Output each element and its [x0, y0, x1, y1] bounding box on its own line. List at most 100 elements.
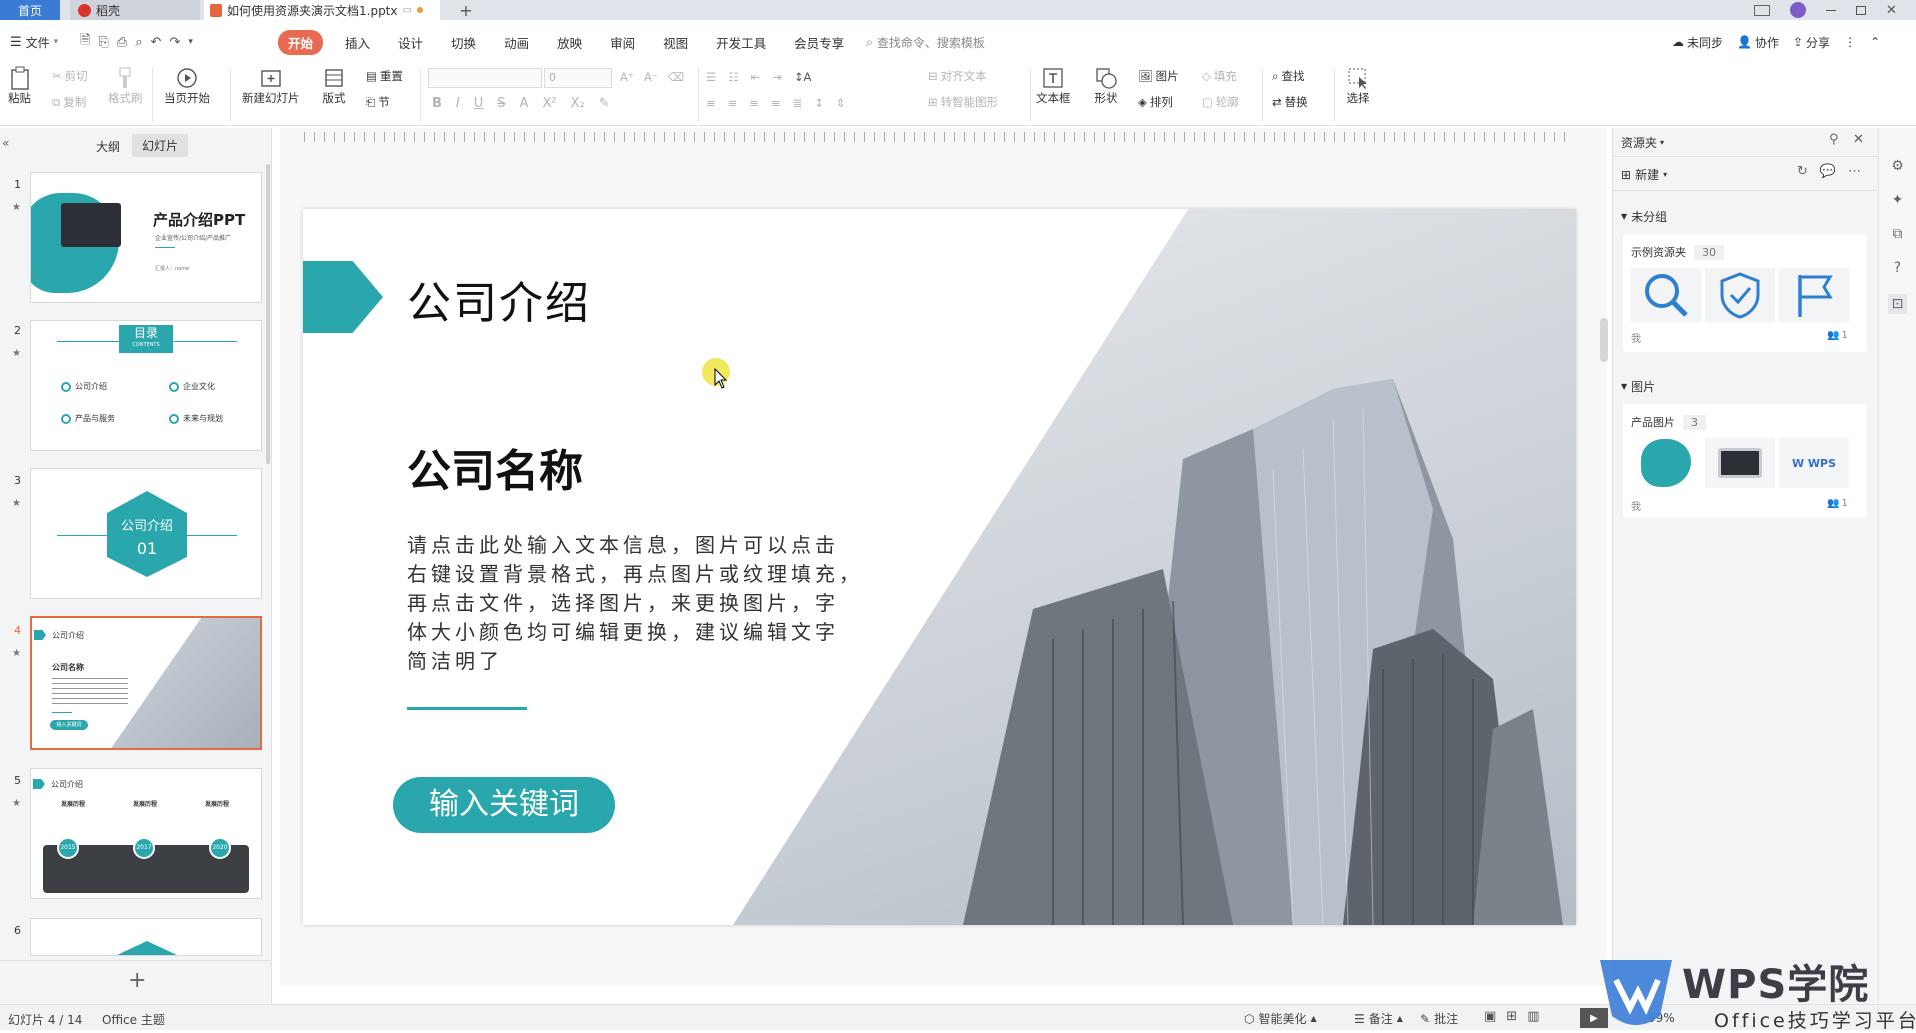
align-text-button[interactable]: ⊟ 对齐文本: [928, 68, 987, 84]
pin-icon[interactable]: ⚲: [1829, 132, 1839, 147]
paste-button[interactable]: 粘贴: [8, 66, 31, 106]
comments-button[interactable]: ✎ 批注: [1420, 1010, 1458, 1027]
teal-divider[interactable]: [407, 707, 527, 710]
menu-tab-design[interactable]: 设计: [384, 33, 437, 52]
slide-thumbnail-4[interactable]: 公司介绍 公司名称 输入关键词: [30, 616, 262, 750]
underline-icon[interactable]: U: [474, 96, 484, 111]
align-center-icon[interactable]: ≡: [728, 96, 738, 110]
folder-card-example[interactable]: 示例资源夹 30 我 👥 1: [1623, 234, 1867, 352]
copy-button[interactable]: ⧉ 复制: [52, 94, 86, 110]
menu-tab-developer[interactable]: 开发工具: [702, 33, 780, 52]
save-icon[interactable]: 🗎: [80, 31, 90, 53]
restore-icon[interactable]: [1856, 5, 1866, 15]
reading-view-icon[interactable]: ▥: [1527, 1009, 1539, 1024]
slide-thumbnail-5[interactable]: 公司介绍 发展历程 发展历程 发展历程 2015 2017 2020: [30, 768, 262, 899]
menu-tab-view[interactable]: 视图: [649, 33, 702, 52]
cut-button[interactable]: ✂ 剪切: [52, 68, 88, 84]
menu-tab-animation[interactable]: 动画: [490, 33, 543, 52]
layout-icon[interactable]: [1754, 4, 1770, 16]
font-family-select[interactable]: [428, 68, 542, 88]
collapse-panel-icon[interactable]: «: [2, 136, 9, 150]
resource-item[interactable]: [1705, 268, 1775, 322]
bold-icon[interactable]: B: [432, 96, 442, 111]
slide-header[interactable]: 公司介绍: [407, 267, 591, 331]
slide-body-text[interactable]: 请点击此处输入文本信息，图片可以点击 右键设置背景格式，再点图片或纹理填充， 再…: [407, 531, 863, 676]
numbered-list-icon[interactable]: ☷: [728, 70, 738, 84]
collab-button[interactable]: 👤 协作: [1737, 34, 1779, 51]
normal-view-icon[interactable]: ▣: [1484, 1009, 1496, 1024]
clear-format-icon[interactable]: ⌫: [668, 70, 684, 84]
slide-thumbnail-6[interactable]: [30, 918, 262, 956]
float-window-icon[interactable]: ▭: [403, 5, 412, 16]
resource-item[interactable]: [1779, 268, 1849, 322]
avatar[interactable]: [1790, 2, 1806, 18]
superscript-icon[interactable]: X²: [542, 96, 556, 111]
close-window-icon[interactable]: ✕: [1886, 3, 1897, 18]
menu-tab-review[interactable]: 审阅: [596, 33, 649, 52]
text-direction-icon[interactable]: ↕A: [794, 70, 812, 84]
minimize-icon[interactable]: [1826, 9, 1836, 11]
font-size-select[interactable]: 0: [544, 68, 612, 88]
add-slide-button[interactable]: +: [128, 968, 146, 993]
teal-arrow-shape[interactable]: [303, 261, 383, 333]
arrange-button[interactable]: ◈ 排列: [1138, 94, 1173, 110]
line-spacing-icon[interactable]: ↕: [814, 96, 824, 110]
print-preview-icon[interactable]: ⌕: [135, 35, 142, 50]
more-icon[interactable]: ⋮: [1844, 35, 1856, 49]
slide-thumbnail-1[interactable]: 产品介绍PPT 企业宣传/公司介绍/产品推广 汇报人：name: [30, 172, 262, 303]
tab-outline[interactable]: 大纲: [96, 138, 120, 155]
subscript-icon[interactable]: X₂: [571, 96, 585, 111]
animation-icon[interactable]: ✦: [1892, 192, 1904, 208]
menu-tab-slideshow[interactable]: 放映: [543, 33, 596, 52]
justify-icon[interactable]: ≡: [771, 96, 781, 110]
resource-item[interactable]: [1631, 268, 1701, 322]
bullet-list-icon[interactable]: ☰: [706, 70, 716, 84]
highlight-icon[interactable]: ✎: [599, 96, 610, 111]
font-color-icon[interactable]: A: [520, 96, 529, 111]
shape-button[interactable]: 形状: [1094, 66, 1118, 106]
distribute-icon[interactable]: ≣: [793, 96, 803, 110]
thumbnail-scrollbar[interactable]: [266, 164, 270, 464]
section-button[interactable]: ⎗ 节: [366, 94, 390, 110]
file-menu[interactable]: ☰ 文件 ▾: [0, 34, 80, 51]
smart-beautify-button[interactable]: ⬡ 智能美化 ▲: [1244, 1010, 1317, 1027]
tab-daoke[interactable]: 稻壳: [70, 0, 200, 20]
export-pdf-icon[interactable]: ⎘: [98, 35, 108, 50]
from-current-button[interactable]: 当页开始: [164, 66, 210, 106]
collapse-ribbon-icon[interactable]: ⌃: [1870, 35, 1880, 49]
layout-button[interactable]: 版式: [322, 66, 346, 106]
properties-icon[interactable]: ⚙: [1891, 158, 1904, 174]
menu-tab-insert[interactable]: 插入: [331, 33, 384, 52]
menu-tab-start[interactable]: 开始: [278, 29, 324, 55]
select-button[interactable]: 选择: [1346, 66, 1370, 106]
increase-indent-icon[interactable]: ⇥: [772, 70, 782, 84]
resource-item[interactable]: W WPS: [1779, 438, 1849, 488]
strikethrough-icon[interactable]: S: [497, 96, 505, 111]
new-tab-button[interactable]: +: [456, 0, 476, 20]
keyword-button[interactable]: 输入关键词: [393, 777, 615, 833]
tab-home[interactable]: 首页: [0, 0, 60, 20]
replace-button[interactable]: ⇄ 替换: [1272, 94, 1308, 110]
sorter-view-icon[interactable]: ⊞: [1506, 1009, 1517, 1024]
sync-button[interactable]: ☁ 未同步: [1672, 34, 1723, 51]
find-button[interactable]: ⌕ 查找: [1272, 68, 1304, 84]
redo-icon[interactable]: ↷: [169, 35, 180, 50]
align-left-icon[interactable]: ≡: [706, 96, 716, 110]
outline-button[interactable]: ▢ 轮廓: [1202, 94, 1239, 110]
more-options-icon[interactable]: ⋯: [1848, 164, 1861, 179]
menu-tab-transition[interactable]: 切换: [437, 33, 490, 52]
theme-name[interactable]: Office 主题: [102, 1011, 165, 1028]
company-name[interactable]: 公司名称: [407, 435, 583, 499]
command-search[interactable]: ⌕ 查找命令、搜索模板: [866, 34, 985, 51]
print-icon[interactable]: ⎙: [117, 35, 127, 50]
resource-panel-title[interactable]: 资源夹 ▾: [1621, 134, 1664, 151]
paragraph-spacing-icon[interactable]: ⇕: [836, 96, 846, 110]
refresh-icon[interactable]: ↻: [1797, 164, 1808, 179]
notes-button[interactable]: ☰ 备注 ▲: [1354, 1010, 1403, 1027]
slide-thumbnail-2[interactable]: 目录 CONTENTS 公司介绍 企业文化 产品与服务 未来与规划: [30, 320, 262, 451]
comment-icon[interactable]: 💬: [1820, 164, 1836, 179]
group-images[interactable]: ▼ 图片: [1621, 378, 1655, 395]
menu-tab-member[interactable]: 会员专享: [780, 33, 858, 52]
italic-icon[interactable]: I: [456, 96, 460, 111]
grow-font-icon[interactable]: A⁺: [620, 70, 634, 84]
